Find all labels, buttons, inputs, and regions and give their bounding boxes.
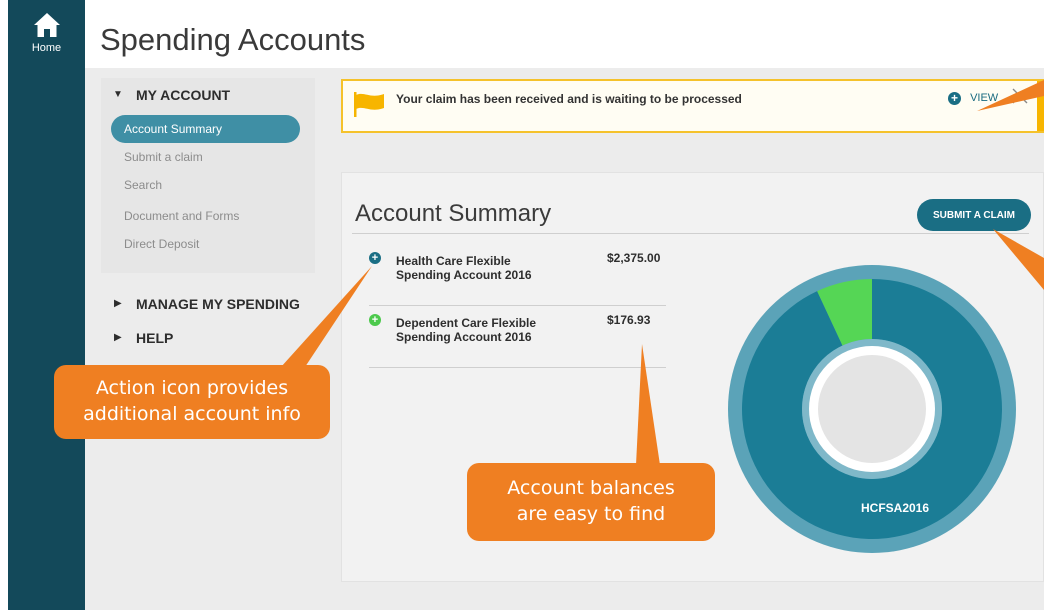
pointer-action-icon	[281, 266, 372, 367]
callout-line: Action icon provides	[95, 377, 289, 399]
callout-line: are easy to find	[516, 503, 666, 525]
pointer-balances	[636, 344, 660, 465]
callout-balances: Account balances are easy to find	[467, 463, 715, 541]
callout-line: additional account info	[83, 403, 301, 425]
pointer-view	[977, 80, 1044, 111]
callout-action-icon: Action icon provides additional account …	[54, 365, 330, 439]
callout-line: Account balances	[507, 477, 675, 499]
pointer-submit	[993, 229, 1044, 290]
